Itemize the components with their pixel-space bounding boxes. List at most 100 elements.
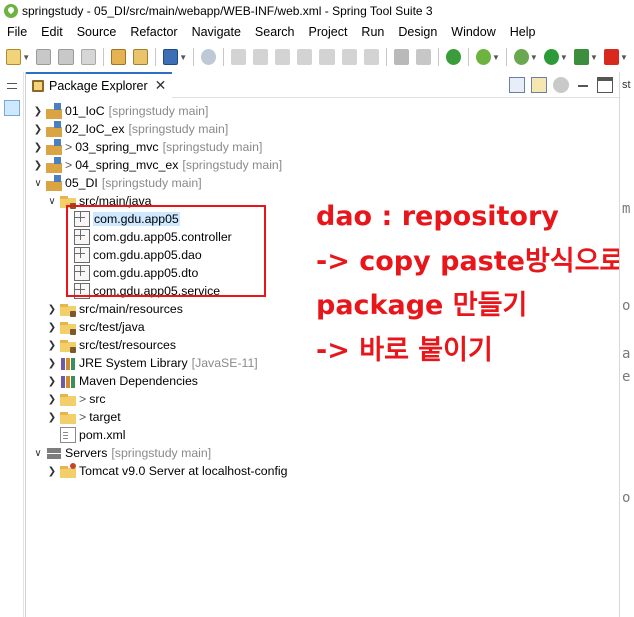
chevron-down-icon[interactable]: ▼ [530,53,538,62]
chevron-right-icon[interactable]: ❯ [46,322,58,333]
debug-icon[interactable] [513,49,529,65]
skip-breakpoints-icon[interactable] [201,49,217,65]
step-over-icon[interactable] [341,49,357,65]
chevron-right-icon[interactable]: ❯ [32,124,44,135]
stop-icon[interactable] [603,49,619,65]
menu-project[interactable]: Project [302,25,355,39]
step-return-icon[interactable] [363,49,379,65]
chevron-down-icon[interactable]: ∨ [32,178,44,189]
chevron-right-icon[interactable]: ❯ [46,340,58,351]
save-all-icon[interactable] [58,49,74,65]
tree-item-jre-library[interactable]: ❯ JRE System Library [JavaSE-11] [46,354,258,372]
chevron-down-icon[interactable]: ▼ [492,53,500,62]
terminate-icon[interactable] [275,49,291,65]
tree-item-label: 05_DI [65,176,98,190]
new-icon[interactable] [6,49,22,65]
chevron-down-icon[interactable]: ▼ [590,53,598,62]
tree-item-label: Servers [65,446,108,460]
chevron-right-icon[interactable]: ❯ [46,394,58,405]
stop-server-icon[interactable] [445,49,461,65]
tree-item-src-test-java[interactable]: ❯ src/test/java [46,318,145,336]
suspend-icon[interactable] [253,49,269,65]
chevron-down-icon[interactable]: ▼ [560,53,568,62]
chevron-down-icon[interactable]: ∨ [46,196,58,207]
menu-run[interactable]: Run [354,25,391,39]
tree-item-tomcat-config[interactable]: ❯ Tomcat v9.0 Server at localhost-config [46,462,287,480]
jre-version-decoration: [JavaSE-11] [191,356,258,370]
tree-item-maven-dependencies[interactable]: ❯ Maven Dependencies [46,372,198,390]
minimize-icon[interactable] [575,77,591,93]
view-actions [503,77,613,93]
tree-item-src-test-resources[interactable]: ❯ src/test/resources [46,336,176,354]
link-with-editor-icon[interactable] [531,77,547,93]
maximize-icon[interactable] [597,77,613,93]
spring-update-icon[interactable] [475,49,491,65]
tree-item-02-ioc-ex[interactable]: ❯ 02_IoC_ex [springstudy main] [32,120,228,138]
menu-help[interactable]: Help [503,25,543,39]
console-icon[interactable] [163,49,179,65]
folder-icon [60,391,76,407]
menu-search[interactable]: Search [248,25,302,39]
menu-design[interactable]: Design [391,25,444,39]
step-into-icon[interactable] [319,49,335,65]
collapse-all-icon[interactable] [509,77,525,93]
print-icon[interactable] [80,49,96,65]
tree-item-label: Tomcat v9.0 Server at localhost-config [79,464,288,478]
chevron-down-icon[interactable]: ▼ [22,53,30,62]
chevron-right-icon[interactable]: ❯ [32,142,44,153]
filter-icon[interactable] [553,77,569,93]
git-branch-decoration: [springstudy main] [111,446,212,460]
tree-item-label: target [89,410,121,424]
menu-refactor[interactable]: Refactor [123,25,184,39]
tree-item-servers[interactable]: ∨ Servers [springstudy main] [32,444,211,462]
menu-edit[interactable]: Edit [34,25,70,39]
restore-icon[interactable] [4,80,20,96]
annotation-text: dao : repository -> copy paste방식으로 packa… [316,195,624,373]
tab-package-explorer[interactable]: Package Explorer ✕ [26,71,173,98]
run-icon[interactable] [543,49,559,65]
menu-window[interactable]: Window [444,25,502,39]
close-icon[interactable]: ✕ [155,77,167,94]
tree-item-05-di[interactable]: ∨ 05_DI [springstudy main] [32,174,202,192]
chevron-down-icon[interactable]: ▼ [620,53,628,62]
library-icon [60,355,76,371]
tree-item-src-main-resources[interactable]: ❯ src/main/resources [46,300,183,318]
save-icon[interactable] [36,49,52,65]
tree-item-src[interactable]: ❯ > src [46,390,106,408]
title-bar: springstudy - 05_DI/src/main/webapp/WEB-… [0,0,634,22]
resume-icon[interactable] [231,49,247,65]
chevron-down-icon[interactable]: ∨ [32,448,44,459]
tree-item-01-ioc[interactable]: ❯ 01_IoC [springstudy main] [32,102,208,120]
run-external-tool-icon[interactable] [573,49,589,65]
annotation-line: package 만들기 [316,290,528,321]
use-step-filters-icon[interactable] [415,49,431,65]
disconnect-icon[interactable] [297,49,313,65]
menu-source[interactable]: Source [70,25,124,39]
open-type-icon[interactable] [110,49,126,65]
chevron-down-icon[interactable]: ▼ [179,53,187,62]
tree-item-04-spring-mvc-ex[interactable]: ❯ > 04_spring_mvc_ex [springstudy main] [32,156,282,174]
maven-spring-project-icon [46,121,62,137]
annotation-line: -> 바로 붙이기 [316,334,493,366]
package-explorer-icon[interactable] [4,100,20,116]
menu-navigate[interactable]: Navigate [185,25,248,39]
editor-text-fragment: o [622,490,631,506]
maven-spring-project-icon [46,103,62,119]
chevron-right-icon[interactable]: ❯ [46,376,58,387]
tree-item-label: JRE System Library [79,356,188,370]
chevron-right-icon[interactable]: ❯ [46,304,58,315]
chevron-right-icon[interactable]: ❯ [32,160,44,171]
open-task-icon[interactable] [132,49,149,65]
toggle-view-icon[interactable] [393,49,409,65]
tree-item-pom-xml[interactable]: pom.xml [46,426,125,444]
tree-item-label: src/test/resources [79,338,177,352]
tree-item-target[interactable]: ❯ > target [46,408,121,426]
chevron-right-icon[interactable]: ❯ [32,106,44,117]
dirty-decoration: > [79,410,87,424]
chevron-right-icon[interactable]: ❯ [46,358,58,369]
menu-file[interactable]: File [0,25,34,39]
editor-tab-fragment[interactable]: st [622,79,631,91]
chevron-right-icon[interactable]: ❯ [46,412,58,423]
chevron-right-icon[interactable]: ❯ [46,466,58,477]
tree-item-03-spring-mvc[interactable]: ❯ > 03_spring_mvc [springstudy main] [32,138,262,156]
